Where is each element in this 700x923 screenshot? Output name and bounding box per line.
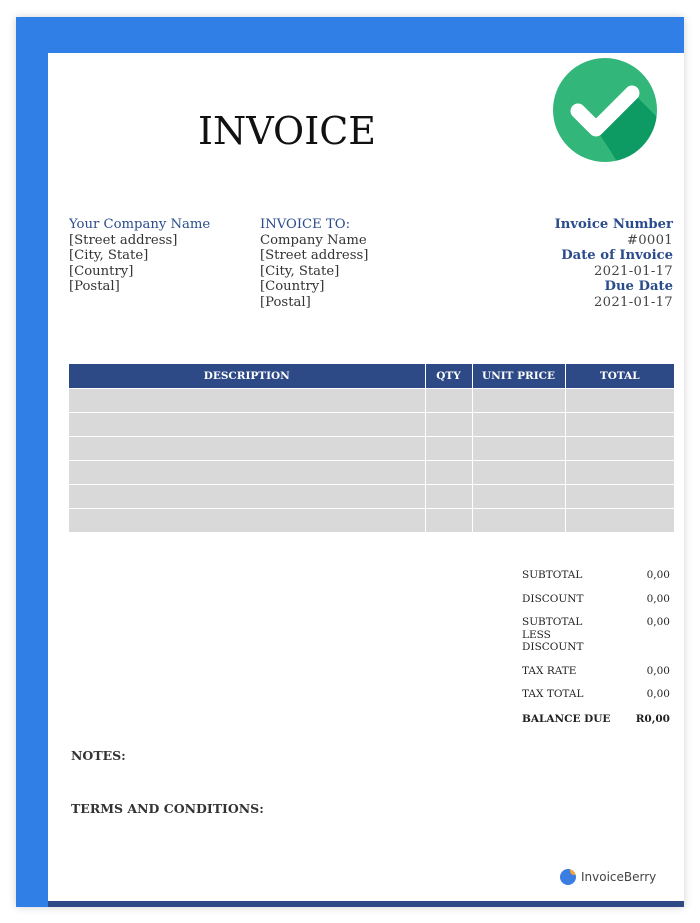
tax-total-row: TAX TOTAL 0,00 (522, 688, 670, 701)
discount-value: 0,00 (646, 592, 670, 605)
table-row (69, 508, 674, 532)
invoice-title: INVOICE (198, 109, 377, 153)
sender-city-state: [City, State] (69, 248, 149, 263)
terms-label: TERMS AND CONDITIONS: (71, 801, 264, 816)
subtotal-value: 0,00 (646, 569, 670, 581)
qty-cell[interactable] (425, 388, 473, 413)
sender-company-name: Your Company Name (69, 217, 211, 232)
tax-rate-row: TAX RATE 0,00 (522, 665, 670, 678)
invoice-number-label: Invoice Number (554, 217, 673, 232)
total-cell[interactable] (565, 484, 674, 509)
brand-footer: InvoiceBerry (560, 869, 656, 885)
total-cell[interactable] (565, 412, 674, 437)
total-cell[interactable] (565, 388, 674, 413)
table-row (69, 460, 674, 485)
balance-due-label: BALANCE DUE (522, 712, 611, 725)
recipient-street: [Street address] (260, 248, 369, 263)
column-header-qty: QTY (425, 364, 473, 389)
brand-name: InvoiceBerry (581, 870, 657, 884)
totals-block: SUBTOTAL 0,00 DISCOUNT 0,00 SUBTOTAL LES… (522, 569, 670, 725)
notes-label: NOTES: (71, 748, 126, 763)
table-header-row: DESCRIPTION QTY UNIT PRICE TOTAL (69, 364, 674, 389)
due-date-label: Due Date (604, 279, 673, 294)
invoiceberry-logo-icon (560, 869, 576, 885)
table-row (69, 388, 674, 413)
subtotal-label: SUBTOTAL (522, 569, 583, 581)
tax-total-label: TAX TOTAL (522, 688, 584, 700)
tax-total-value: 0,00 (646, 688, 670, 700)
subtotal-row: SUBTOTAL 0,00 (522, 569, 670, 582)
page-frame: INVOICE Your Company Name [Street addres… (16, 17, 684, 907)
subtotal-less-discount-value: 0,00 (646, 616, 670, 628)
column-header-description: DESCRIPTION (69, 364, 426, 389)
sender-address-block: Your Company Name [Street address] [City… (69, 217, 210, 295)
description-cell[interactable] (69, 460, 426, 485)
subtotal-less-discount-row: SUBTOTAL LESS DISCOUNT 0,00 (522, 616, 670, 654)
invoice-meta-block: Invoice Number #0001 Date of Invoice 202… (555, 217, 673, 310)
recipient-address-block: INVOICE TO: Company Name [Street address… (260, 217, 368, 310)
table-row (69, 436, 674, 461)
recipient-company: Company Name (260, 232, 367, 248)
description-cell[interactable] (69, 436, 426, 461)
total-cell[interactable] (565, 436, 674, 461)
total-cell[interactable] (565, 508, 674, 532)
discount-label: DISCOUNT (522, 592, 584, 605)
qty-cell[interactable] (425, 508, 473, 532)
unit-price-cell[interactable] (472, 436, 566, 461)
column-header-total: TOTAL (565, 364, 674, 389)
description-cell[interactable] (69, 508, 426, 532)
total-cell[interactable] (565, 460, 674, 485)
unit-price-cell[interactable] (472, 460, 566, 485)
invoice-date-value: 2021-01-17 (593, 263, 673, 279)
qty-cell[interactable] (425, 436, 473, 461)
due-date-value: 2021-01-17 (593, 294, 673, 310)
invoice-date-label: Date of Invoice (561, 248, 673, 263)
tax-rate-value: 0,00 (646, 664, 670, 677)
unit-price-cell[interactable] (472, 412, 566, 437)
qty-cell[interactable] (425, 412, 473, 437)
table-row (69, 484, 674, 509)
description-cell[interactable] (69, 484, 426, 509)
qty-cell[interactable] (425, 460, 473, 485)
unit-price-cell[interactable] (472, 508, 566, 532)
unit-price-cell[interactable] (472, 484, 566, 509)
sender-postal: [Postal] (69, 279, 120, 294)
description-cell[interactable] (69, 388, 426, 413)
table-row (69, 412, 674, 437)
sender-country: [Country] (69, 263, 134, 279)
line-items-table: DESCRIPTION QTY UNIT PRICE TOTAL (69, 364, 674, 532)
invoice-sheet: INVOICE Your Company Name [Street addres… (48, 53, 684, 907)
column-header-unit-price: UNIT PRICE (472, 364, 566, 389)
invoice-to-heading: INVOICE TO: (260, 217, 351, 232)
balance-due-value: R0,00 (635, 712, 670, 725)
sender-street: [Street address] (69, 232, 178, 248)
unit-price-cell[interactable] (472, 388, 566, 413)
qty-cell[interactable] (425, 484, 473, 509)
check-circle-icon (553, 58, 657, 162)
subtotal-less-discount-label: SUBTOTAL LESS DISCOUNT (522, 616, 584, 653)
recipient-postal: [Postal] (260, 294, 311, 310)
discount-row: DISCOUNT 0,00 (522, 593, 670, 606)
tax-rate-label: TAX RATE (522, 664, 577, 677)
recipient-city-state: [City, State] (260, 263, 340, 279)
invoice-number-value: #0001 (626, 232, 673, 248)
balance-due-row: BALANCE DUE R0,00 (522, 713, 670, 726)
recipient-country: [Country] (260, 279, 325, 294)
description-cell[interactable] (69, 412, 426, 437)
